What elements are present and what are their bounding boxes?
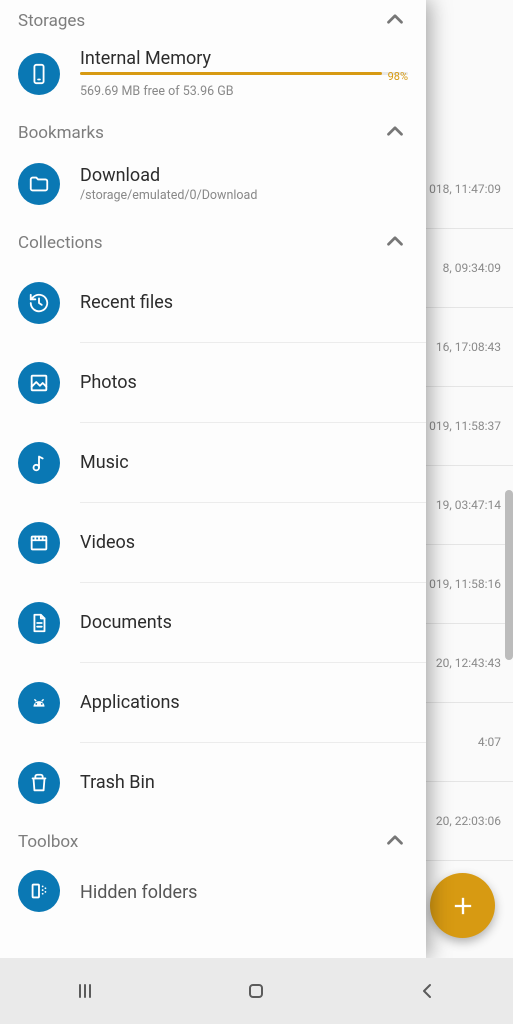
section-label: Collections: [18, 233, 103, 253]
collection-label: Documents: [80, 612, 408, 633]
add-fab-button[interactable]: [430, 873, 495, 938]
home-icon: [244, 979, 268, 1003]
bookmark-title: Download: [80, 165, 408, 186]
collection-applications[interactable]: Applications: [0, 663, 426, 742]
section-collections[interactable]: Collections: [0, 223, 426, 263]
collection-recent-files[interactable]: Recent files: [0, 263, 426, 342]
storage-subtitle: 569.69 MB free of 53.96 GB: [80, 84, 408, 99]
collection-label: Videos: [80, 532, 408, 553]
image-icon: [18, 362, 60, 404]
section-label: Bookmarks: [18, 123, 104, 143]
collection-label: Photos: [80, 372, 408, 393]
android-icon: [18, 682, 60, 724]
collection-photos[interactable]: Photos: [0, 343, 426, 422]
storage-percent: 98%: [388, 70, 408, 83]
collection-label: Recent files: [80, 292, 408, 313]
music-icon: [18, 442, 60, 484]
hidden-folders-icon: [18, 870, 60, 912]
section-label: Toolbox: [18, 832, 78, 852]
nav-recents-button[interactable]: [0, 958, 171, 1024]
section-bookmarks[interactable]: Bookmarks: [0, 113, 426, 153]
bookmark-download[interactable]: Download /storage/emulated/0/Download: [0, 153, 426, 223]
chevron-up-icon: [382, 228, 408, 259]
recents-icon: [73, 979, 97, 1003]
phone-icon: [18, 53, 60, 95]
back-icon: [415, 979, 439, 1003]
navigation-drawer: Storages Internal Memory 98% 569.69 MB f…: [0, 0, 426, 958]
collection-documents[interactable]: Documents: [0, 583, 426, 662]
trash-icon: [18, 762, 60, 804]
toolbox-hidden-folders[interactable]: Hidden folders: [0, 862, 426, 922]
collection-trash-bin[interactable]: Trash Bin: [0, 743, 426, 822]
chevron-up-icon: [382, 6, 408, 37]
system-navbar: [0, 958, 513, 1024]
plus-icon: [449, 892, 477, 920]
section-label: Storages: [18, 11, 85, 31]
nav-home-button[interactable]: [171, 958, 342, 1024]
storage-internal-memory[interactable]: Internal Memory 98% 569.69 MB free of 53…: [0, 40, 426, 113]
collection-label: Trash Bin: [80, 772, 408, 793]
collection-videos[interactable]: Videos: [0, 503, 426, 582]
toolbox-label: Hidden folders: [80, 882, 408, 903]
bookmark-path: /storage/emulated/0/Download: [80, 188, 408, 203]
collection-label: Applications: [80, 692, 408, 713]
storage-bar-fill: [80, 72, 382, 75]
video-icon: [18, 522, 60, 564]
nav-back-button[interactable]: [342, 958, 513, 1024]
section-storages[interactable]: Storages: [0, 0, 426, 40]
scrollbar-thumb[interactable]: [505, 490, 513, 660]
chevron-up-icon: [382, 118, 408, 149]
folder-icon: [18, 163, 60, 205]
chevron-up-icon: [382, 827, 408, 858]
history-icon: [18, 282, 60, 324]
collection-music[interactable]: Music: [0, 423, 426, 502]
section-toolbox[interactable]: Toolbox: [0, 822, 426, 862]
storage-title: Internal Memory: [80, 48, 408, 69]
collection-label: Music: [80, 452, 408, 473]
document-icon: [18, 602, 60, 644]
